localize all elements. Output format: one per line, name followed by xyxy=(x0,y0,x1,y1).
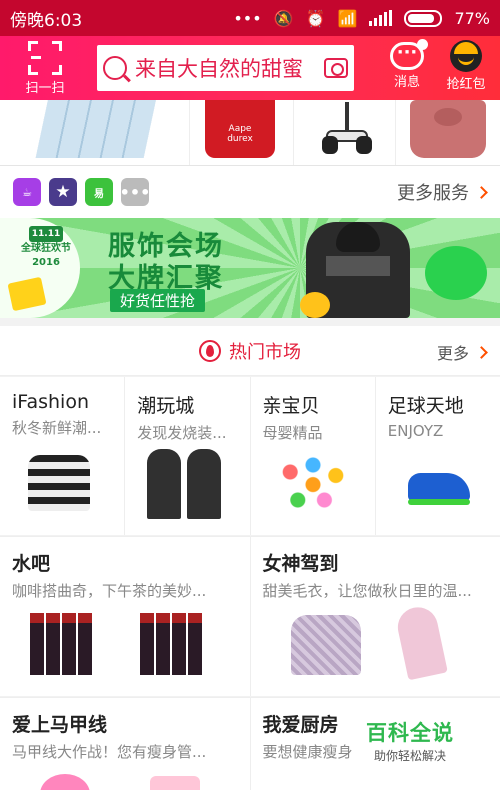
status-icons: ••• 🔕 ⏰ 📶 77% xyxy=(233,9,490,28)
scooter-image xyxy=(322,102,372,158)
market-qinbaobei[interactable]: 亲宝贝 母婴精品 xyxy=(251,377,376,535)
watermark-title: 百科全说 xyxy=(366,721,454,745)
football-shoes-image xyxy=(407,473,470,505)
product-strip: Aape durex xyxy=(0,100,500,166)
product-tissue[interactable] xyxy=(0,100,190,165)
more-dots-icon[interactable]: ••• xyxy=(120,178,150,206)
market-title: iFashion xyxy=(12,391,89,413)
scan-icon xyxy=(28,40,62,75)
market-title: 亲宝贝 xyxy=(262,395,320,417)
market-subtitle: ENJOYZ xyxy=(387,422,444,440)
scale-product-image xyxy=(150,776,200,790)
market-subtitle: 甜美毛衣，让您做秋日里的温... xyxy=(262,582,472,600)
yellow-ball-decor xyxy=(300,292,330,318)
scan-label: 扫一扫 xyxy=(25,80,65,96)
hongbao-label: 抢红包 xyxy=(446,77,486,92)
market-subtitle: 马甲线大作战！您有瘦身管... xyxy=(12,743,207,761)
secondhand-icon[interactable]: 易 xyxy=(85,178,113,206)
watermark-subtitle: 助你轻松解决 xyxy=(373,749,446,763)
chevron-right-icon xyxy=(475,345,488,359)
product-scooter[interactable] xyxy=(294,100,396,165)
sweater-image xyxy=(28,455,90,511)
market-subtitle: 咖啡搭曲奇，下午茶的美妙... xyxy=(12,582,207,600)
tissue-image xyxy=(35,100,157,158)
product-handbag[interactable] xyxy=(396,100,500,165)
condom-image: Aape durex xyxy=(205,100,275,158)
handbag-image xyxy=(410,100,486,158)
wifi-icon: 📶 xyxy=(337,8,358,28)
fire-icon xyxy=(199,339,221,362)
hot-market-more-link[interactable]: 更多 xyxy=(436,340,488,364)
festival-name: 全球狂欢节 xyxy=(21,243,71,254)
chevron-right-icon xyxy=(475,185,488,199)
message-label: 消息 xyxy=(393,75,420,90)
mute-icon: 🔕 xyxy=(273,8,294,28)
more-services-label: 更多服务 xyxy=(397,183,469,204)
market-title: 女神驾到 xyxy=(262,553,339,575)
festival-logo: 11.11 全球狂欢节 2016 xyxy=(14,226,78,276)
star-icon[interactable]: ★ xyxy=(49,178,77,206)
signal-icon xyxy=(369,10,393,26)
hongbao-button[interactable]: 抢红包 xyxy=(436,38,496,92)
tmall-ticket-icon[interactable]: ☕ xyxy=(13,178,41,206)
alarm-icon: ⏰ xyxy=(305,8,326,28)
aape-label: Aape xyxy=(228,124,252,134)
status-time: 傍晚6:03 xyxy=(10,10,83,31)
coffee-pack-image xyxy=(140,613,214,679)
market-shuiba[interactable]: 水吧 咖啡搭曲奇，下午茶的美妙... xyxy=(0,537,251,696)
tmall-cat-icon xyxy=(450,40,482,72)
message-button[interactable]: 消息 xyxy=(382,38,432,90)
market-football[interactable]: 足球天地 ENJOYZ xyxy=(376,377,500,535)
market-title: 爱上马甲线 xyxy=(12,714,108,736)
search-box[interactable]: 来自大自然的甜蜜 xyxy=(97,45,354,91)
hot-market-header: 热门市场 更多 xyxy=(0,326,500,376)
more-services-link[interactable]: 更多服务 xyxy=(397,179,500,205)
hot-market-title: 热门市场 xyxy=(229,341,301,363)
market-subtitle: 发现发烧装... xyxy=(137,424,227,442)
hot-market-more-label: 更多 xyxy=(436,344,469,363)
market-title: 水吧 xyxy=(12,553,51,575)
watermark: 百科全说 助你轻松解决 xyxy=(355,713,465,768)
battery-icon xyxy=(404,9,443,27)
services-row: ☕ ★ 易 ••• 更多服务 xyxy=(0,166,500,218)
scan-button[interactable]: 扫一扫 xyxy=(0,40,90,96)
market-ifashion[interactable]: iFashion 秋冬新鲜潮... xyxy=(0,377,126,535)
search-icon xyxy=(103,56,127,80)
search-placeholder: 来自大自然的甜蜜 xyxy=(135,57,303,81)
market-majiaxian[interactable]: 爱上马甲线 马甲线大作战！您有瘦身管... xyxy=(0,698,251,790)
durex-label: durex xyxy=(227,134,253,144)
model-image xyxy=(393,603,448,681)
fitness-product-image xyxy=(40,774,90,790)
promo-banner[interactable]: 11.11 全球狂欢节 2016 服饰会场 大牌汇聚 好货任性抢 xyxy=(0,218,500,318)
coffee-pack-image xyxy=(30,613,104,679)
banner-tag: 好货任性抢 xyxy=(110,289,206,312)
knit-sweater-image xyxy=(290,615,361,675)
markets-row-2: 水吧 咖啡搭曲奇，下午茶的美妙... 女神驾到 甜美毛衣，让您做秋日里的温... xyxy=(0,536,500,696)
dots-icon: ••• xyxy=(233,8,262,28)
festival-date: 11.11 xyxy=(28,226,64,242)
market-chaowancheng[interactable]: 潮玩城 发现发烧装... xyxy=(125,377,251,535)
robes-image xyxy=(147,449,223,519)
app-header: 扫一扫 来自大自然的甜蜜 消息 抢红包 xyxy=(0,36,500,100)
camera-icon[interactable] xyxy=(324,58,348,78)
green-ball-decor xyxy=(425,246,487,300)
market-subtitle: 秋冬新鲜潮... xyxy=(12,419,102,437)
market-subtitle: 母婴精品 xyxy=(262,424,323,442)
markets-row-1: iFashion 秋冬新鲜潮... 潮玩城 发现发烧装... 亲宝贝 母婴精品 … xyxy=(0,377,500,535)
battery-percent: 77% xyxy=(454,8,490,28)
status-bar: 傍晚6:03 ••• 🔕 ⏰ 📶 77% xyxy=(0,0,500,36)
market-nvshen[interactable]: 女神驾到 甜美毛衣，让您做秋日里的温... xyxy=(251,537,500,696)
festival-year: 2016 xyxy=(32,257,60,268)
baby-toys-image xyxy=(274,451,351,521)
market-title: 足球天地 xyxy=(387,395,464,417)
product-condom[interactable]: Aape durex xyxy=(190,100,294,165)
message-icon xyxy=(390,39,428,70)
unread-dot xyxy=(417,39,428,50)
market-title: 潮玩城 xyxy=(137,395,195,417)
